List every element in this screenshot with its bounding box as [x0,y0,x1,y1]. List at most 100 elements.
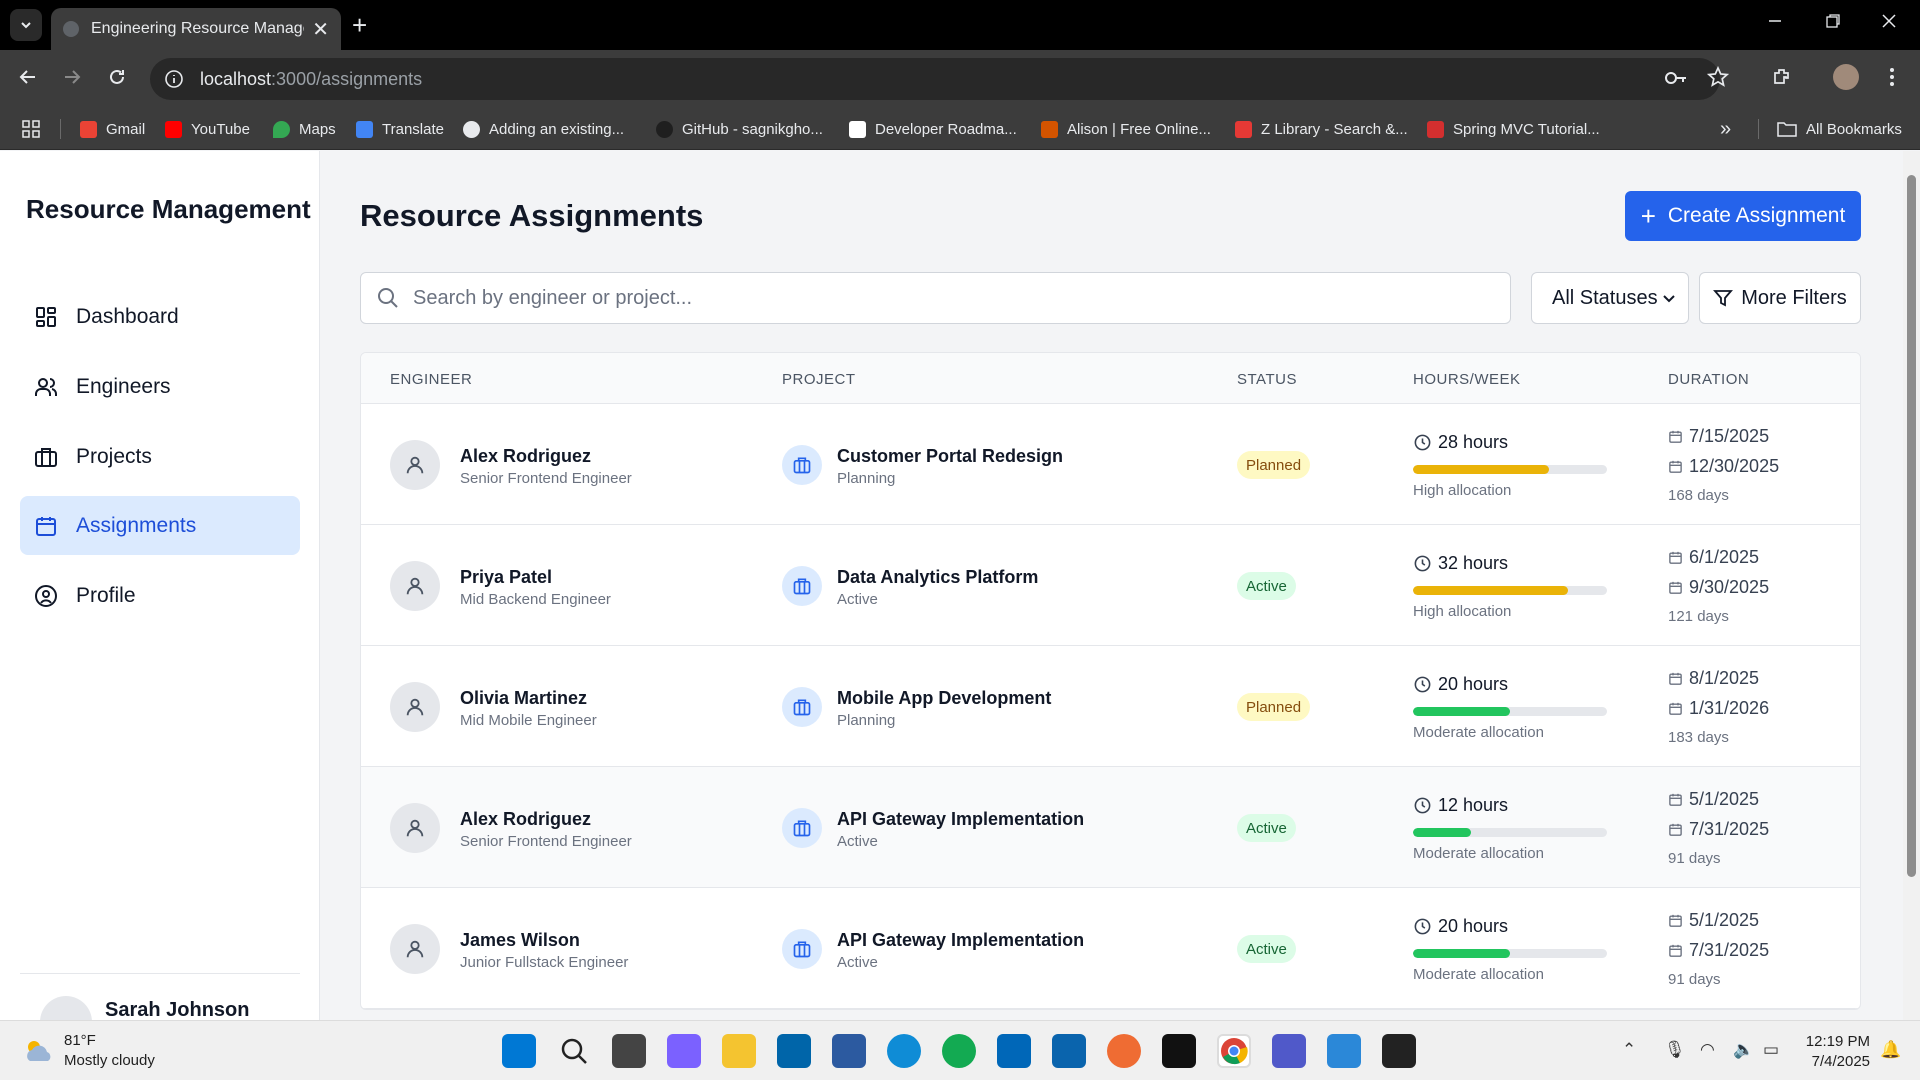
weather-desc: Mostly cloudy [64,1052,155,1069]
reload-icon[interactable] [107,67,127,87]
table-row[interactable]: Alex Rodriguez Senior Frontend Engineer AP… [361,767,1860,888]
bookmark-spring[interactable]: Spring MVC Tutorial... [1427,108,1600,150]
scrollbar-thumb[interactable] [1907,175,1916,877]
allocation-bar [1413,949,1607,958]
engineer-role: Senior Frontend Engineer [460,833,632,850]
table-row[interactable]: Olivia Martinez Mid Mobile Engineer Mobile… [361,646,1860,767]
allocation-label: Moderate allocation [1413,966,1544,983]
new-tab-button[interactable]: + [352,12,367,38]
calendar-icon [1669,944,1682,957]
table-row[interactable]: Priya Patel Mid Backend Engineer Data Anal… [361,525,1860,646]
start-date: 6/1/2025 [1668,547,1759,568]
mongodb-icon[interactable] [942,1034,976,1068]
allocation-bar [1413,586,1607,595]
table-header: ENGINEER PROJECT STATUS HOURS/WEEK DURAT… [361,353,1860,404]
project-name[interactable]: Customer Portal Redesign [837,446,1063,467]
bookmark-gmail[interactable]: Gmail [80,108,145,150]
edge-icon[interactable] [887,1034,921,1068]
outlook-icon[interactable] [1052,1034,1086,1068]
spring-icon [1427,120,1444,138]
battery-icon[interactable]: ▭ [1763,1040,1779,1060]
sidebar-item-profile[interactable]: Profile [20,566,300,625]
sidebar-item-engineers[interactable]: Engineers [20,357,300,416]
more-filters-button[interactable]: More Filters [1699,272,1861,324]
sidebar-item-dashboard[interactable]: Dashboard [20,287,300,346]
allocation-fill [1413,586,1569,595]
bookmark-zlibrary[interactable]: Z Library - Search &... [1235,108,1408,150]
chevron-down-icon [21,22,31,29]
project-name[interactable]: Data Analytics Platform [837,567,1038,588]
back-icon[interactable] [18,67,38,87]
chevron-up-icon[interactable]: ⌃ [1622,1040,1636,1060]
status-badge: Active [1237,935,1296,963]
volume-icon[interactable]: 🔈 [1733,1040,1754,1060]
notification-bell-icon[interactable]: 🔔 [1880,1040,1901,1060]
end-date: 1/31/2026 [1668,698,1769,719]
bookmark-github-adding[interactable]: Adding an existing... [463,108,624,150]
menu-kebab-icon[interactable] [1889,66,1895,88]
sidebar-item-assignments[interactable]: Assignments [20,496,300,555]
close-tab-icon[interactable]: ✕ [312,17,329,42]
all-bookmarks[interactable]: All Bookmarks [1777,108,1902,150]
copilot-icon[interactable] [667,1034,701,1068]
app-icon[interactable] [1162,1034,1196,1068]
allocation-fill [1413,949,1510,958]
user-icon [406,940,424,958]
project-name[interactable]: API Gateway Implementation [837,930,1084,951]
forward-icon[interactable] [62,67,82,87]
chrome-icon[interactable] [1217,1034,1251,1068]
avatar [390,561,440,611]
weather-widget[interactable]: 81°F Mostly cloudy [22,1031,155,1071]
hours-per-week: 12 hours [1413,795,1508,816]
duration-days: 121 days [1668,608,1729,625]
table-row[interactable]: Alex Rodriguez Senior Frontend Engineer Cu… [361,404,1860,525]
avatar[interactable] [40,996,92,1020]
bookmark-youtube[interactable]: YouTube [165,108,250,150]
create-assignment-button[interactable]: + Create Assignment [1625,191,1861,241]
wifi-icon[interactable]: ◠ [1700,1040,1715,1060]
task-view-icon[interactable] [612,1034,646,1068]
minimize-icon[interactable] [1768,14,1782,28]
project-phase: Planning [837,470,896,487]
more-bookmarks-icon[interactable]: » [1720,108,1731,150]
extensions-icon[interactable] [1771,66,1793,88]
bookmark-translate[interactable]: Translate [356,108,444,150]
bookmark-maps[interactable]: Maps [273,108,336,150]
notepad-icon[interactable] [1327,1034,1361,1068]
microphone-icon[interactable]: 🎙 [1664,1040,1686,1060]
bookmark-github-sagnik[interactable]: GitHub - sagnikgho... [656,108,823,150]
roadmap-icon [849,120,866,138]
vscode-icon[interactable] [777,1034,811,1068]
page-scrollbar[interactable] [1903,151,1920,1020]
bookmark-star-icon[interactable] [1707,66,1729,88]
filter-icon [1713,290,1734,307]
sidebar-item-projects[interactable]: Projects [20,427,300,486]
restore-icon[interactable] [1826,14,1840,28]
search-icon [378,288,398,308]
project-name[interactable]: API Gateway Implementation [837,809,1084,830]
status-select[interactable]: All Statuses [1531,272,1689,324]
terminal-icon[interactable] [1382,1034,1416,1068]
close-window-icon[interactable] [1882,14,1896,28]
tab-search-button[interactable] [10,9,42,41]
system-clock[interactable]: 12:19 PM 7/4/2025 [1800,1032,1870,1072]
teams-icon[interactable] [1272,1034,1306,1068]
browser-tab[interactable]: Engineering Resource Management ✕ [51,8,341,50]
search-input[interactable] [413,286,1413,310]
bookmark-alison[interactable]: Alison | Free Online... [1041,108,1211,150]
table-row[interactable]: James Wilson Junior Fullstack Engineer API… [361,888,1860,1009]
apps-grid-icon[interactable] [22,108,40,150]
project-phase: Planning [837,712,896,729]
profile-avatar-icon[interactable] [1833,64,1859,90]
omnibox[interactable]: localhost:3000/assignments [150,58,1720,100]
app-icon[interactable] [832,1034,866,1068]
project-name[interactable]: Mobile App Development [837,688,1051,709]
windows-start-icon[interactable] [502,1034,536,1068]
search-icon[interactable] [557,1034,591,1068]
engineer-role: Senior Frontend Engineer [460,470,632,487]
password-key-icon[interactable] [1664,68,1688,88]
store-icon[interactable] [997,1034,1031,1068]
bookmark-roadmap[interactable]: Developer Roadma... [849,108,1017,150]
postman-icon[interactable] [1107,1034,1141,1068]
file-explorer-icon[interactable] [722,1034,756,1068]
